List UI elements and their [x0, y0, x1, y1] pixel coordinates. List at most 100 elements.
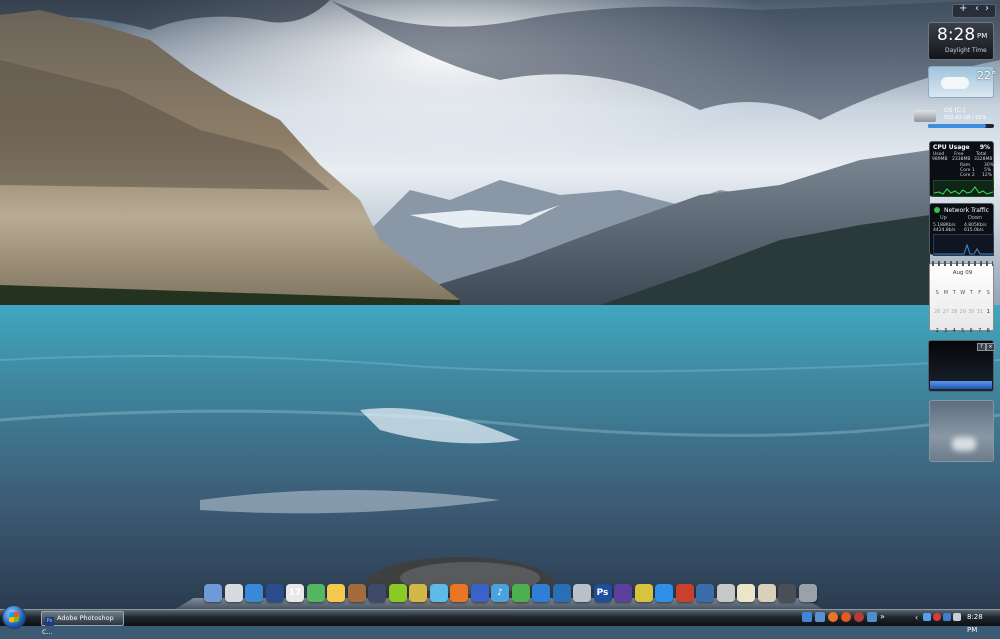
cpu-total-value: 3328MB: [974, 157, 993, 162]
script-icon[interactable]: [388, 584, 407, 602]
tray-volume-icon[interactable]: [953, 613, 961, 621]
chart-app-icon[interactable]: [327, 584, 345, 602]
application-dock: 17 ♪ Ps: [174, 582, 824, 610]
prev-gadget-button[interactable]: ‹: [975, 3, 979, 14]
messenger-icon[interactable]: [306, 584, 325, 602]
calendar-weekday: S: [986, 290, 990, 296]
network-down-total: 615.0b/s: [964, 228, 984, 233]
drive-meter-gadget[interactable]: OS (C:) 502.42 GB / 15%: [912, 104, 996, 130]
dashboard-icon[interactable]: [265, 584, 284, 602]
next-gadget-button[interactable]: ›: [985, 3, 989, 14]
tray-security-icon[interactable]: [933, 613, 941, 621]
quicklaunch-explorer-icon[interactable]: [815, 612, 825, 622]
font-app-icon[interactable]: [614, 584, 632, 602]
compass-app-icon[interactable]: [675, 584, 694, 602]
weather-temperature: 22°: [977, 69, 997, 82]
network-icon: [934, 207, 940, 213]
sidebar-controls: + ‹ ›: [952, 3, 996, 18]
gadget-options-icon[interactable]: ?: [977, 343, 986, 351]
calendar-day[interactable]: 27: [942, 309, 951, 316]
windows-flag-icon: [9, 611, 19, 623]
quicklaunch-app-icon[interactable]: [867, 612, 877, 622]
quicklaunch-overflow-icon[interactable]: »: [880, 610, 885, 623]
cpu-free-value: 2338MB: [952, 157, 971, 162]
network-traffic-gadget[interactable]: Network Traffic Up Down 5.188Kb/s 4.805K…: [929, 203, 994, 256]
calendar-day[interactable]: 4: [950, 328, 959, 335]
media-gadget[interactable]: ? ×: [928, 340, 995, 392]
tray-expand-icon[interactable]: ‹: [915, 611, 918, 624]
cpu-used-value: 989MB: [932, 157, 948, 162]
taskbar-button-photoshop[interactable]: Ps Adobe Photoshop C...: [41, 611, 124, 636]
clock-zone: Daylight Time: [945, 47, 987, 54]
weather-gadget[interactable]: 22°: [928, 66, 997, 98]
sticky-icon[interactable]: [634, 584, 653, 602]
drive-bar-fill: [928, 124, 986, 128]
clock-gadget[interactable]: 8:28 PM Daylight Time: [928, 22, 994, 60]
network-up-total: 4424.8b/s: [933, 228, 956, 233]
lamp-app-icon[interactable]: [429, 584, 448, 602]
utorrent-icon[interactable]: [511, 584, 530, 602]
calendar-weekday: W: [960, 290, 966, 296]
media-player-icon[interactable]: [532, 584, 550, 602]
quicklaunch-media-icon[interactable]: [841, 612, 851, 622]
quicklaunch-ie-icon[interactable]: [802, 612, 812, 622]
calendar-weekday: T: [952, 290, 956, 296]
calendar-day[interactable]: 5: [959, 328, 968, 335]
calendar-day[interactable]: 6: [967, 328, 976, 335]
tray-app-icon[interactable]: [943, 613, 951, 621]
dictionary-icon[interactable]: [347, 584, 366, 602]
safari-icon[interactable]: [245, 584, 263, 602]
calendar-day[interactable]: 2: [933, 328, 942, 335]
calendar-day[interactable]: 7: [976, 328, 985, 335]
calendar-binding: [932, 261, 993, 266]
clock-time: 8:28: [937, 25, 976, 45]
cpu-usage-gadget[interactable]: CPU Usage 9% Used Free Total 989MB 2338M…: [929, 141, 994, 197]
mac-icon[interactable]: [224, 584, 243, 602]
network-app-icon[interactable]: [552, 584, 571, 602]
finder-icon[interactable]: [204, 584, 222, 602]
editor-icon[interactable]: [368, 584, 386, 602]
calendar-day[interactable]: 8: [984, 328, 993, 335]
calendar-day[interactable]: 3: [942, 328, 951, 335]
document-icon[interactable]: [757, 584, 776, 602]
photoshop-icon[interactable]: Ps: [593, 584, 612, 602]
cpu-graph: [933, 180, 994, 197]
itunes-icon[interactable]: [470, 584, 489, 602]
slideshow-gadget[interactable]: [929, 400, 994, 462]
cpu-title: CPU Usage: [933, 144, 970, 151]
add-gadget-button[interactable]: +: [959, 3, 967, 14]
calendar-day[interactable]: 31: [976, 309, 985, 316]
calendar-day[interactable]: 1: [984, 309, 993, 316]
hard-drive-icon: [914, 110, 936, 122]
video-app-icon[interactable]: [655, 584, 673, 602]
taskbar: Ps Adobe Photoshop C... » ‹ 8:28 PM: [0, 605, 1000, 636]
network-down-label: Down: [968, 215, 983, 221]
pencil-app-icon[interactable]: [409, 584, 427, 602]
calendar-day[interactable]: 30: [967, 309, 976, 316]
taskbar-clock[interactable]: 8:28 PM: [967, 611, 983, 637]
gadget-close-icon[interactable]: ×: [986, 343, 995, 351]
windows-start-icon[interactable]: [2, 605, 26, 629]
ical-icon[interactable]: 17: [286, 584, 304, 602]
calendar-gadget[interactable]: Aug 09 SMTWTFS26272829303112345678910111…: [929, 261, 995, 410]
media-progress: [930, 381, 992, 389]
calendar-weekday: S: [935, 290, 939, 296]
reader-app-icon[interactable]: [696, 584, 714, 602]
calendar-month[interactable]: Aug 09: [930, 270, 995, 276]
calendar-day[interactable]: 26: [933, 309, 942, 316]
quicklaunch-opera-icon[interactable]: [854, 612, 864, 622]
trash-icon[interactable]: [798, 584, 817, 602]
app-store-icon[interactable]: [716, 584, 735, 602]
calendar-day[interactable]: 29: [959, 309, 968, 316]
music-note-icon[interactable]: ♪: [491, 584, 509, 602]
graph-app-icon[interactable]: [573, 584, 591, 602]
firefox-icon[interactable]: [450, 584, 468, 602]
tray-network-icon[interactable]: [923, 613, 931, 621]
cloud-icon: [941, 77, 969, 89]
quicklaunch-firefox-icon[interactable]: [828, 612, 838, 622]
cpu-core2-value: 12%: [982, 173, 993, 178]
calendar-day[interactable]: 28: [950, 309, 959, 316]
preview-icon[interactable]: [737, 584, 755, 602]
desktop-wallpaper: [0, 0, 1000, 625]
monitor-icon[interactable]: [778, 584, 796, 602]
